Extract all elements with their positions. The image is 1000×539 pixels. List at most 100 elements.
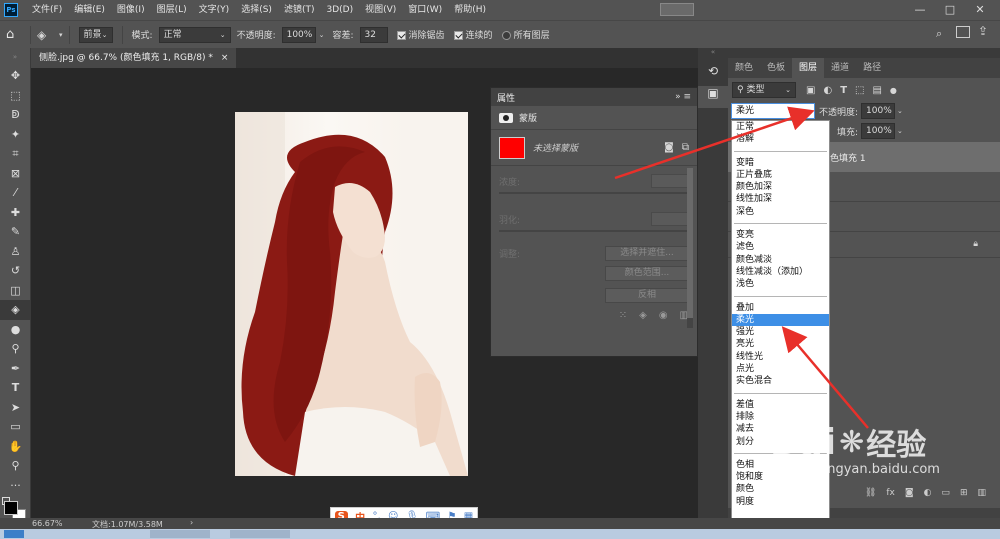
panel-grip-icon[interactable]: » — [0, 48, 30, 66]
panel-menu-icon[interactable]: » ≡ — [675, 92, 691, 102]
menu-filter[interactable]: 滤镜(T) — [278, 0, 321, 20]
blend-mode-select[interactable]: 柔光 ⌄ — [731, 103, 815, 119]
menu-type[interactable]: 文字(Y) — [193, 0, 236, 20]
blend-option[interactable]: 实色混合 — [732, 375, 829, 387]
menu-image[interactable]: 图像(I) — [111, 0, 151, 20]
lasso-tool-icon[interactable]: ↁ — [0, 105, 31, 125]
load-selection-icon[interactable]: ⁙ — [619, 310, 627, 321]
blend-option[interactable]: 叠加 — [732, 302, 829, 314]
antialias-checkbox[interactable]: 消除锯齿 — [396, 28, 445, 41]
menu-select[interactable]: 选择(S) — [235, 0, 278, 20]
rectangle-tool-icon[interactable]: ▭ — [0, 417, 31, 437]
checkbox-checked-icon[interactable] — [396, 31, 406, 40]
document-image[interactable] — [235, 112, 468, 476]
crop-tool-icon[interactable]: ⌗ — [0, 144, 31, 164]
image-filter-icon[interactable]: ▣ — [806, 85, 815, 96]
mask-thumbnail[interactable] — [499, 136, 525, 159]
history-panel-icon[interactable]: ⟲ — [698, 64, 728, 86]
shape-filter-icon[interactable]: ⬚ — [855, 85, 864, 96]
eraser-tool-icon[interactable]: ◫ — [0, 281, 31, 301]
hand-tool-icon[interactable]: ✋ — [0, 437, 31, 457]
chevron-right-icon[interactable]: › — [190, 518, 193, 527]
layer-fill-input[interactable]: 100% — [861, 123, 896, 139]
healing-brush-tool-icon[interactable]: ✚ — [0, 203, 31, 223]
blend-option[interactable]: 滤色 — [732, 241, 829, 253]
zoom-tool-icon[interactable]: ⚲ — [0, 456, 31, 476]
tab-layers[interactable]: 图层 — [792, 58, 825, 78]
color-range-button[interactable]: 颜色范围... — [605, 265, 689, 281]
layer-opacity-input[interactable]: 100% — [861, 103, 896, 119]
zoom-level[interactable]: 66.67% — [32, 519, 63, 528]
taskbar-app-icon[interactable] — [4, 530, 24, 538]
blur-tool-icon[interactable]: ● — [0, 320, 31, 340]
fill-source-select[interactable]: 前景 ⌄ — [78, 26, 113, 43]
density-input[interactable] — [651, 174, 689, 188]
blend-option[interactable]: 线性加深 — [732, 193, 829, 205]
taskbar-app-icon[interactable] — [230, 530, 290, 538]
tab-paths[interactable]: 路径 — [856, 58, 888, 78]
checkbox-unchecked-icon[interactable] — [501, 31, 511, 40]
blend-option[interactable]: 变亮 — [732, 229, 829, 241]
layer-mask-icon[interactable] — [499, 112, 513, 123]
search-icon[interactable]: ⌕ — [936, 27, 942, 41]
dodge-tool-icon[interactable]: ⚲ — [0, 339, 31, 359]
blend-option[interactable]: 柔光 — [732, 313, 829, 327]
close-button[interactable]: ✕ — [968, 0, 992, 20]
tolerance-input[interactable]: 32 — [359, 26, 388, 43]
blend-option[interactable]: 差值 — [732, 399, 829, 411]
magic-wand-tool-icon[interactable]: ✦ — [0, 125, 31, 145]
blend-option[interactable]: 浅色 — [732, 278, 829, 290]
tab-swatches[interactable]: 色板 — [760, 58, 792, 78]
type-tool-icon[interactable]: T — [0, 378, 31, 398]
tray-widget-icon[interactable] — [660, 3, 694, 16]
blend-option[interactable]: 强光 — [732, 326, 829, 338]
select-and-mask-button[interactable]: 选择并遮住... — [605, 245, 689, 261]
blend-option[interactable]: 正片叠底 — [732, 169, 829, 181]
contiguous-checkbox[interactable]: 连续的 — [453, 28, 493, 41]
opacity-input[interactable]: 100% — [281, 26, 316, 43]
frame-tool-icon[interactable]: ⊠ — [0, 164, 31, 184]
chevron-down-icon[interactable]: ▾ — [59, 31, 63, 39]
blend-option[interactable]: 亮光 — [732, 338, 829, 350]
panel-grip-icon[interactable]: « — [698, 48, 728, 64]
menu-window[interactable]: 窗口(W) — [402, 0, 448, 20]
maximize-button[interactable]: □ — [938, 0, 962, 20]
blend-option[interactable]: 溶解 — [732, 133, 829, 145]
pixel-mask-icon[interactable]: ◙ — [664, 142, 674, 153]
tab-channels[interactable]: 通道 — [824, 58, 856, 78]
paint-bucket-tool-icon[interactable]: ◈ — [0, 300, 31, 320]
menu-3d[interactable]: 3D(D) — [320, 0, 359, 20]
vector-mask-icon[interactable]: ⧉ — [682, 142, 689, 153]
pen-tool-icon[interactable]: ✒ — [0, 359, 31, 379]
invert-button[interactable]: 反相 — [605, 287, 689, 303]
more-tools-icon[interactable]: ··· — [0, 476, 31, 496]
feather-slider[interactable] — [499, 230, 689, 232]
feather-input[interactable] — [651, 212, 689, 226]
properties-panel-icon[interactable]: ▣ — [698, 86, 728, 108]
taskbar-app-icon[interactable] — [150, 530, 210, 538]
paint-bucket-icon[interactable]: ◈ — [37, 28, 59, 42]
type-filter-icon[interactable]: T — [840, 85, 847, 96]
blend-option[interactable]: 点光 — [732, 363, 829, 375]
apply-mask-icon[interactable]: ◈ — [639, 310, 647, 321]
home-icon[interactable]: ⌂ — [6, 27, 24, 42]
blend-option[interactable]: 颜色加深 — [732, 181, 829, 193]
brush-tool-icon[interactable]: ✎ — [0, 222, 31, 242]
scrollbar[interactable] — [687, 168, 693, 328]
menu-edit[interactable]: 编辑(E) — [68, 0, 111, 20]
blend-option[interactable]: 深色 — [732, 206, 829, 218]
marquee-tool-icon[interactable]: ⬚ — [0, 86, 31, 106]
blend-option[interactable]: 颜色减淡 — [732, 254, 829, 266]
blend-option[interactable]: 正常 — [732, 121, 829, 133]
visibility-eye-icon[interactable]: ◉ — [659, 310, 668, 321]
minimize-button[interactable]: — — [908, 0, 932, 20]
filter-toggle-icon[interactable]: ● — [890, 86, 897, 95]
eyedropper-tool-icon[interactable]: ⁄ — [0, 183, 31, 203]
layer-filter-select[interactable]: ⚲ 类型 ⌄ — [732, 82, 796, 98]
blend-option[interactable]: 线性光 — [732, 351, 829, 363]
clone-stamp-tool-icon[interactable]: ♙ — [0, 242, 31, 262]
tab-color[interactable]: 颜色 — [728, 58, 760, 78]
blend-option[interactable]: 线性减淡（添加） — [732, 266, 829, 278]
mode-select[interactable]: 正常 ⌄ — [158, 26, 231, 43]
all-layers-checkbox[interactable]: 所有图层 — [501, 28, 550, 41]
